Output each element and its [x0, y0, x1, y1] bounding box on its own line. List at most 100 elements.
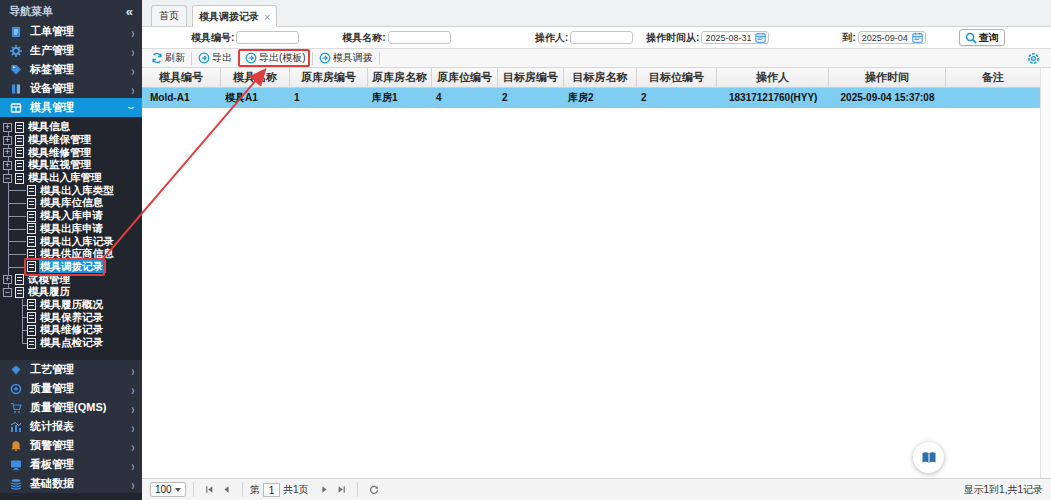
- tree-item-mold-history[interactable]: −模具履历: [0, 286, 142, 299]
- collapse-icon[interactable]: −: [3, 288, 12, 297]
- column-header[interactable]: 操作人: [717, 68, 829, 87]
- list-icon: [15, 287, 24, 298]
- table-row-selected[interactable]: Mold-A1 模具A1 1 库房1 4 2 库房2 2 18317121760…: [142, 88, 1051, 108]
- expand-icon[interactable]: +: [3, 123, 12, 132]
- sidebar-item-kanban-mgmt[interactable]: 看板管理 ›: [0, 455, 142, 474]
- page-prefix-label: 第: [250, 483, 260, 497]
- mold-name-label: 模具名称:: [342, 31, 385, 45]
- tree-item-mold-info[interactable]: +模具信息: [0, 121, 142, 134]
- column-header[interactable]: 模具名称: [221, 68, 290, 87]
- sidebar-item-label-mgmt[interactable]: 标签管理 ›: [0, 60, 142, 79]
- list-icon: [27, 211, 36, 222]
- expand-icon[interactable]: +: [3, 161, 12, 170]
- database-icon: [9, 477, 22, 490]
- list-icon: [15, 147, 24, 158]
- tab-label: 首页: [159, 9, 179, 23]
- export-button[interactable]: 导出: [195, 51, 235, 66]
- column-header[interactable]: 原库位编号: [432, 68, 498, 87]
- tree-item-mold-maintenance-mgmt[interactable]: +模具维保管理: [0, 134, 142, 147]
- cell: 2025-09-04 15:37:08: [829, 88, 946, 108]
- export-label: 导出: [212, 51, 232, 65]
- operator-input[interactable]: [570, 31, 633, 44]
- column-header[interactable]: 备注: [946, 68, 1040, 87]
- page-size-select[interactable]: 100: [150, 482, 186, 497]
- refresh-button[interactable]: 刷新: [148, 51, 188, 66]
- sidebar-item-label: 统计报表: [30, 419, 74, 434]
- last-page-button[interactable]: [333, 485, 350, 494]
- expand-icon[interactable]: +: [3, 275, 12, 284]
- sidebar-item-work-order-mgmt[interactable]: 工单管理 ›: [0, 22, 142, 41]
- column-header[interactable]: 目标位编号: [637, 68, 717, 87]
- mold-transfer-button[interactable]: 模具调拨: [316, 51, 376, 66]
- refresh-label: 刷新: [165, 51, 185, 65]
- tab-home[interactable]: 首页: [151, 5, 187, 26]
- search-button[interactable]: 查询: [959, 29, 1005, 46]
- page-number-input[interactable]: 1: [263, 483, 280, 497]
- next-page-button[interactable]: [316, 485, 333, 494]
- sidebar: 导航菜单 « 工单管理 › 生产管理 › 标签管理 › 设备管理 › 模具管理 …: [0, 0, 142, 500]
- tree-item-mold-inout-mgmt[interactable]: −模具出入库管理: [0, 172, 142, 185]
- tree-item-mold-inout-type[interactable]: 模具出入库类型: [0, 184, 142, 197]
- tree-item-mold-outbound-request[interactable]: 模具出库申请: [0, 223, 142, 236]
- tree-item-mold-inout-records[interactable]: 模具出入库记录: [0, 235, 142, 248]
- to-input[interactable]: 2025-09-04: [858, 31, 926, 44]
- column-header[interactable]: 模具编号: [142, 68, 221, 87]
- first-page-button[interactable]: [201, 485, 218, 494]
- sidebar-item-alert-mgmt[interactable]: 预警管理 ›: [0, 436, 142, 455]
- column-header[interactable]: 操作时间: [829, 68, 946, 87]
- record-count-status: 显示1到1,共1记录: [964, 483, 1043, 497]
- tree-item-mold-monitor-mgmt[interactable]: +模具监视管理: [0, 159, 142, 172]
- chevron-right-icon: ›: [132, 61, 135, 78]
- sidebar-item-statistics-reports[interactable]: 统计报表 ›: [0, 417, 142, 436]
- close-tab-icon[interactable]: ×: [264, 11, 270, 23]
- reload-button[interactable]: [365, 485, 383, 495]
- sidebar-header: 导航菜单 «: [0, 0, 142, 22]
- list-icon: [15, 122, 24, 133]
- column-header[interactable]: 原库房编号: [290, 68, 368, 87]
- settings-gear-icon[interactable]: [1027, 52, 1040, 65]
- refresh-icon: [151, 52, 163, 64]
- tree-item-mold-repair-mgmt[interactable]: +模具维修管理: [0, 146, 142, 159]
- sidebar-item-production-mgmt[interactable]: 生产管理 ›: [0, 41, 142, 60]
- sidebar-item-quality-mgmt[interactable]: 质量管理 ›: [0, 379, 142, 398]
- export-template-icon: [245, 52, 257, 64]
- expand-icon[interactable]: +: [3, 136, 12, 145]
- sidebar-item-process-mgmt[interactable]: 工艺管理 ›: [0, 360, 142, 379]
- tree-item-mold-location-info[interactable]: 模具库位信息: [0, 197, 142, 210]
- tree-item-trial-mold-mgmt[interactable]: +试模管理: [0, 273, 142, 286]
- column-header[interactable]: 原库房名称: [368, 68, 432, 87]
- mold-name-input[interactable]: [388, 31, 451, 44]
- tree-item-mold-transfer-records[interactable]: 模具调拨记录: [0, 261, 142, 274]
- chevron-right-icon: ›: [132, 380, 135, 397]
- export-icon: [198, 52, 210, 64]
- total-pages-label: 共1页: [283, 483, 309, 497]
- chevron-right-icon: ›: [132, 437, 135, 454]
- export-template-button[interactable]: 导出(模板): [242, 51, 309, 66]
- sidebar-item-equipment-mgmt[interactable]: 设备管理 ›: [0, 79, 142, 98]
- pagination-bar: 100 第 1 共1页 显示1到1,共1记录: [142, 478, 1051, 500]
- collapse-sidebar-icon[interactable]: «: [126, 4, 133, 19]
- expand-icon[interactable]: +: [3, 148, 12, 157]
- column-header[interactable]: 目标房编号: [498, 68, 564, 87]
- sidebar-item-mold-mgmt[interactable]: 模具管理 ›: [0, 98, 142, 117]
- list-icon: [15, 173, 24, 184]
- collapse-icon[interactable]: −: [3, 174, 12, 183]
- dropdown-arrow-icon: [175, 488, 181, 492]
- tree-item-mold-supplier-info[interactable]: 模具供应商信息: [0, 248, 142, 261]
- chevron-right-icon: ›: [132, 23, 135, 40]
- sidebar-item-label: 生产管理: [30, 43, 74, 58]
- sidebar-item-base-data[interactable]: 基础数据 ›: [0, 474, 142, 493]
- chevron-right-icon: ›: [132, 456, 135, 473]
- sidebar-item-qms-mgmt[interactable]: 质量管理(QMS) ›: [0, 398, 142, 417]
- column-header[interactable]: 目标房名称: [564, 68, 637, 87]
- tab-mold-transfer-records[interactable]: 模具调拨记录×: [192, 5, 277, 27]
- main-panel: 首页 模具调拨记录× 模具编号: 模具名称: 操作人: 操作时间从: 2025-…: [142, 0, 1051, 500]
- scrollbar-track[interactable]: [1040, 68, 1051, 478]
- prev-page-button[interactable]: [218, 485, 235, 494]
- help-book-button[interactable]: [913, 442, 944, 473]
- transfer-icon: [319, 52, 331, 64]
- tree-item-mold-inbound-request[interactable]: 模具入库申请: [0, 210, 142, 223]
- list-icon: [27, 261, 36, 272]
- mold-code-input[interactable]: [236, 31, 299, 44]
- time-from-input[interactable]: 2025-08-31: [701, 31, 769, 44]
